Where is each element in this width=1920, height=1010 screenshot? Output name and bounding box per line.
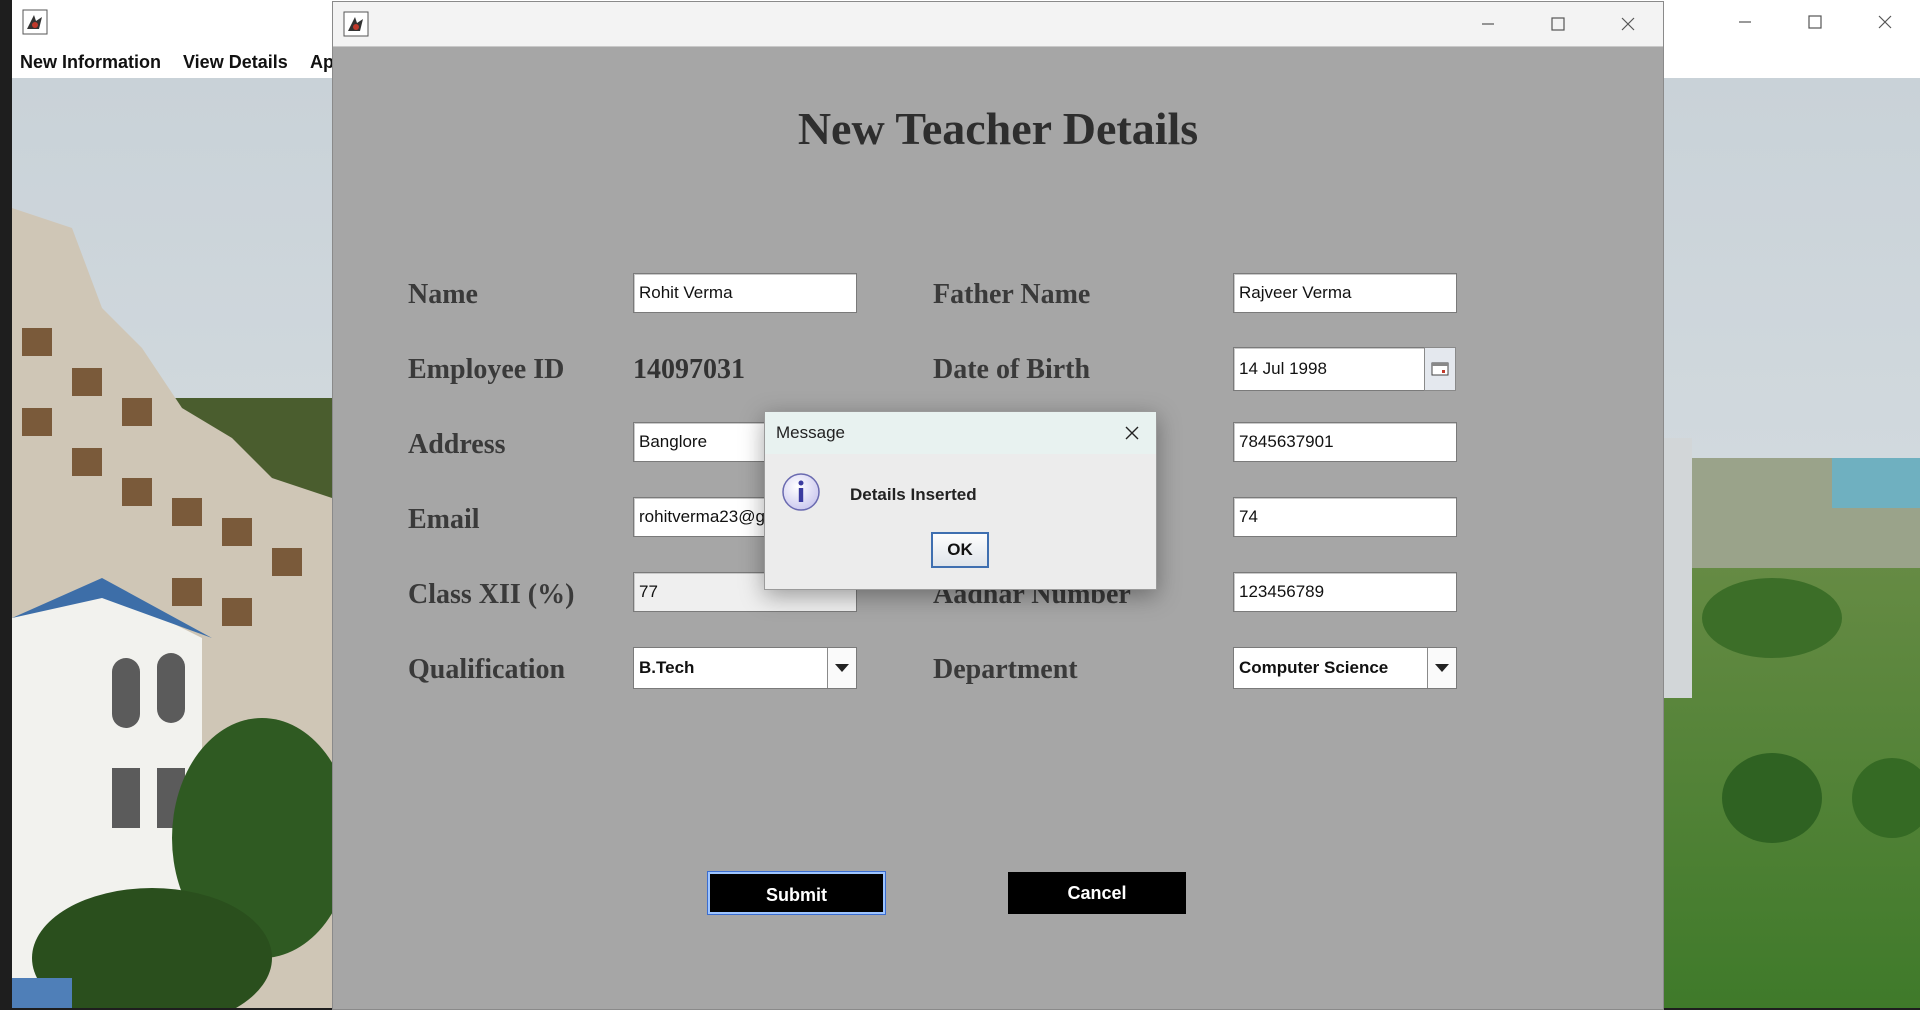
close-icon [1125,426,1139,440]
qualification-dropdown[interactable]: B.Tech [633,647,857,689]
menu-new-information[interactable]: New Information [20,52,161,73]
father-name-label: Father Name [933,279,1091,310]
submit-button[interactable]: Submit [707,871,886,915]
page-title: New Teacher Details [797,103,1199,154]
java-app-icon [343,11,369,37]
message-close-button[interactable] [1118,419,1146,447]
main-close-button[interactable] [1850,0,1920,44]
main-minimize-button[interactable] [1710,0,1780,44]
menu-view-details[interactable]: View Details [183,52,288,73]
chevron-down-icon [835,664,849,672]
maximize-icon [1551,17,1565,31]
dialog-maximize-button[interactable] [1523,2,1593,46]
date-of-birth-field[interactable]: 14 Jul 1998 [1233,347,1425,391]
qualification-selected: B.Tech [639,658,695,677]
cancel-button[interactable]: Cancel [1008,872,1186,914]
phone-field[interactable]: 7845637901 [1233,422,1457,462]
main-maximize-button[interactable] [1780,0,1850,44]
maximize-icon [1808,15,1822,29]
ok-button[interactable]: OK [931,532,989,568]
close-icon [1621,17,1635,31]
date-of-birth-label: Date of Birth [933,354,1091,385]
qualification-dropdown-button[interactable] [827,648,856,688]
close-icon [1878,15,1892,29]
calendar-icon [1431,362,1449,376]
message-text: Details Inserted [850,485,977,504]
message-title: Message [776,423,845,442]
name-label: Name [408,279,478,310]
java-app-icon [22,9,48,35]
aadhar-field[interactable]: 123456789 [1233,572,1457,612]
class-x-field[interactable]: 74 [1233,497,1457,537]
minimize-icon [1482,23,1494,25]
date-picker-button[interactable] [1424,347,1456,391]
dialog-close-button[interactable] [1593,2,1663,46]
qualification-label: Qualification [408,654,566,685]
employee-id-value: 14097031 [633,354,745,385]
father-name-field[interactable]: Rajveer Verma [1233,273,1457,313]
message-titlebar: Message [765,412,1156,454]
email-label: Email [408,504,480,535]
department-dropdown[interactable]: Computer Science [1233,647,1457,689]
info-icon [782,473,820,511]
class-xii-label: Class XII (%) [408,579,575,610]
menu-apply[interactable]: Ap [310,52,334,73]
message-dialog: Message Details Inserted OK [764,411,1157,590]
employee-id-label: Employee ID [408,354,565,385]
address-label: Address [408,429,506,460]
name-field[interactable]: Rohit Verma [633,273,857,313]
dialog-minimize-button[interactable] [1453,2,1523,46]
dialog-titlebar [333,2,1663,47]
chevron-down-icon [1435,664,1449,672]
department-dropdown-button[interactable] [1427,648,1456,688]
department-label: Department [933,654,1078,685]
department-selected: Computer Science [1239,658,1389,677]
minimize-icon [1739,21,1751,23]
